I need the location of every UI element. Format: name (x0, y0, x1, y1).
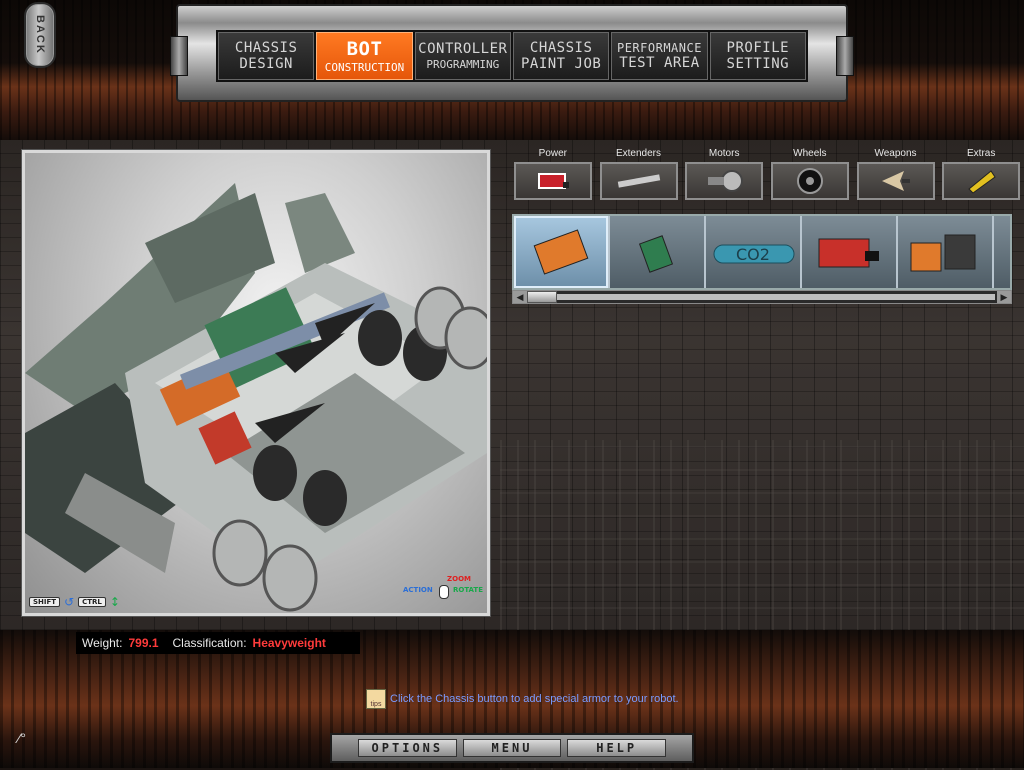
weight-value: 799.1 (128, 636, 159, 650)
wheel-icon (770, 162, 849, 200)
tab-label-line2: PAINT JOB (520, 56, 602, 72)
zoom-label: ZOOM (447, 575, 471, 583)
robot-3d-viewport[interactable]: SHIFT ↺ CTRL ↕ ZOOM ACTION ROTATE (22, 150, 490, 616)
scroll-left-arrow-icon[interactable]: ◀ (513, 291, 527, 303)
battery-icon (513, 162, 592, 200)
tip-row: tips Click the Chassis button to add spe… (366, 689, 679, 709)
tab-performance-test-area[interactable]: PERFORMANCE TEST AREA (611, 32, 708, 80)
parts-strip: CO2 (512, 214, 1012, 290)
battery-bank-icon (910, 234, 976, 272)
scroll-thumb[interactable] (527, 291, 557, 303)
category-power[interactable]: Power (512, 146, 594, 204)
bottom-menu-bar: OPTIONS MENU HELP (330, 733, 694, 763)
category-label: Power (538, 148, 568, 159)
tab-label-line1: PERFORMANCE (616, 41, 702, 55)
category-motors[interactable]: Motors (683, 146, 765, 204)
tab-label-line1: CHASSIS (529, 40, 593, 56)
tab-chassis-paint-job[interactable]: CHASSIS PAINT JOB (512, 32, 610, 80)
tab-label-line2: DESIGN (239, 56, 293, 72)
tab-chassis-design[interactable]: CHASSIS DESIGN (218, 32, 315, 80)
weapon-blade-icon (856, 162, 935, 200)
part-partial[interactable] (994, 216, 1010, 288)
back-label: BACK (34, 15, 46, 55)
part-battery-pack[interactable] (514, 216, 610, 288)
tab-label-line2: PROGRAMMING (426, 58, 500, 71)
options-button[interactable]: OPTIONS (358, 739, 457, 757)
category-extras[interactable]: Extras (940, 146, 1022, 204)
category-extenders[interactable]: Extenders (598, 146, 680, 204)
parts-category-row: Power Extenders Motors Wheels Weapons Ex… (512, 146, 1022, 204)
shift-key: SHIFT (29, 597, 61, 607)
tab-label-line1: PROFILE (726, 40, 790, 56)
motor-icon (685, 162, 764, 200)
category-label: Extras (967, 148, 996, 159)
tab-label-line1: CHASSIS (234, 40, 298, 56)
tab-controller-programming[interactable]: CONTROLLER PROGRAMMING (414, 32, 511, 80)
tab-profile-setting[interactable]: PROFILE SETTING (709, 32, 806, 80)
tab-label-line2: SETTING (726, 56, 790, 72)
category-label: Extenders (615, 148, 662, 159)
tab-label-line2: CONSTRUCTION (324, 60, 405, 74)
battery-pack-icon (533, 229, 589, 275)
extender-bar-icon (599, 162, 678, 200)
tab-label-line1: CONTROLLER (418, 41, 508, 57)
robot-render (25, 183, 487, 612)
action-label: ACTION (403, 586, 433, 594)
rotate-label: ROTATE (452, 586, 483, 594)
extras-icon (942, 162, 1021, 200)
back-button[interactable]: BACK (24, 2, 56, 68)
parts-scrollbar[interactable]: ◀ ▶ (512, 290, 1012, 304)
tips-icon-label: tips (370, 701, 382, 708)
move-arrow-icon: ↕ (109, 595, 120, 609)
classification-value: Heavyweight (252, 636, 326, 650)
part-red-battery[interactable] (802, 216, 898, 288)
corner-logo-icon: ⁄° (18, 730, 26, 746)
mouse-icon (439, 585, 449, 599)
help-button[interactable]: HELP (567, 739, 667, 757)
scroll-right-arrow-icon[interactable]: ▶ (997, 291, 1011, 303)
category-label: Wheels (793, 148, 827, 159)
mouse-hints: ZOOM ACTION ROTATE (403, 575, 483, 605)
red-battery-icon (818, 238, 879, 268)
part-battery-bank[interactable] (898, 216, 994, 288)
ctrl-key: CTRL (78, 597, 106, 607)
circuit-board-icon (638, 235, 674, 273)
svg-text:CO2: CO2 (736, 245, 770, 264)
weight-label: Weight: (82, 636, 123, 650)
classification-label: Classification: (172, 636, 247, 650)
scroll-track[interactable] (529, 294, 995, 300)
menu-button[interactable]: MENU (462, 739, 562, 757)
armor-plate-corner (285, 193, 355, 273)
tip-text: Click the Chassis button to add special … (390, 693, 679, 705)
tips-icon: tips (366, 689, 386, 709)
category-label: Motors (708, 148, 740, 159)
co2-tank-icon: CO2 (713, 244, 795, 264)
category-label: Weapons (874, 148, 917, 159)
main-nav-frame: CHASSIS DESIGN BOT CONSTRUCTION CONTROLL… (170, 4, 854, 102)
main-nav: CHASSIS DESIGN BOT CONSTRUCTION CONTROLL… (216, 30, 808, 82)
part-circuit-board[interactable] (610, 216, 706, 288)
tab-label-line1: BOT (346, 37, 383, 60)
tab-bot-construction[interactable]: BOT CONSTRUCTION (316, 32, 413, 80)
category-weapons[interactable]: Weapons (855, 146, 937, 204)
tab-label-line2: TEST AREA (619, 55, 700, 71)
viewport-key-hints: SHIFT ↺ CTRL ↕ (29, 595, 120, 609)
robot-status-bar: Weight: 799.1 Classification: Heavyweigh… (76, 632, 360, 654)
category-wheels[interactable]: Wheels (769, 146, 851, 204)
rotate-arrow-icon: ↺ (64, 595, 75, 609)
part-co2-tank[interactable]: CO2 (706, 216, 802, 288)
